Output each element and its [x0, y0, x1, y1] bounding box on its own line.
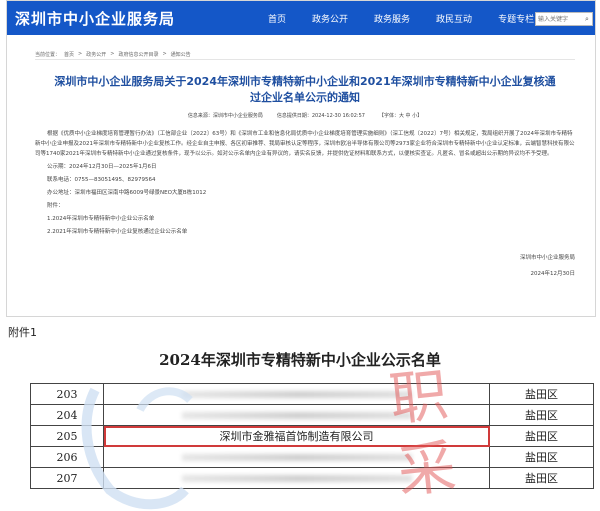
search-input[interactable] — [536, 14, 582, 24]
row-number: 205 — [30, 425, 104, 447]
table-row: 203 盐田区 — [30, 383, 594, 405]
table-row: 207 盐田区 — [30, 467, 594, 489]
sign-date: 2024年12月30日 — [530, 271, 576, 277]
blurred-company-name — [181, 390, 412, 398]
table-row: 204 盐田区 — [30, 404, 594, 426]
notice-phone: 联系电话：0755—83051495、82979564 — [47, 177, 156, 183]
company-name — [103, 383, 490, 405]
notice-paragraph: 根据《优质中小企业梯度培育管理暂行办法》（工信部企业〔2022〕63号）和《深圳… — [35, 131, 575, 157]
district: 盐田区 — [489, 404, 594, 426]
attachment-link-2[interactable]: 2.2021年深圳市专精特新中小企业复核通过企业公示名单 — [35, 227, 575, 237]
table-row: 205 深圳市金雅福首饰制造有限公司 盐田区 — [30, 425, 594, 447]
font-size-control[interactable]: 【字体：大 中 小】 — [379, 112, 422, 119]
blurred-company-name — [181, 474, 412, 482]
notice-screenshot: 深圳市中小企业服务局 首页 政务公开 政务服务 政民互动 专题专栏 ⌕ 当前位置… — [6, 0, 596, 317]
search-box: ⌕ — [535, 12, 593, 26]
nav-gov-open[interactable]: 政务公开 — [299, 12, 361, 25]
sign-org: 深圳市中小企业服务局 — [519, 255, 575, 261]
breadcrumb-notices[interactable]: 通知公告 — [171, 51, 191, 58]
notice-address: 办公地址：深圳市福田区深南中路6009号绿景NEO大厦B栋1012 — [47, 190, 207, 196]
source-label: 信息来源：深圳市中小企业服务局 — [187, 113, 263, 119]
attachment-label: 附件1 — [8, 326, 37, 339]
district: 盐田区 — [489, 446, 594, 468]
company-name — [103, 404, 490, 426]
row-number: 206 — [30, 446, 104, 468]
nav-gov-service[interactable]: 政务服务 — [361, 12, 423, 25]
nav-home[interactable]: 首页 — [255, 12, 299, 25]
breadcrumb-catalog[interactable]: 政府信息公开目录 — [118, 51, 158, 58]
company-name-highlighted: 深圳市金雅福首饰制造有限公司 — [103, 425, 490, 447]
date-label: 信息提供日期：2024-12-30 16:02:57 — [276, 113, 365, 119]
breadcrumb-home[interactable]: 首页 — [64, 51, 74, 58]
site-header: 深圳市中小企业服务局 首页 政务公开 政务服务 政民互动 专题专栏 ⌕ — [7, 1, 595, 35]
main-nav: 首页 政务公开 政务服务 政民互动 专题专栏 — [255, 1, 547, 35]
notice-content: 当前位置： 首页 > 政务公开 > 政府信息公开目录 > 通知公告 深圳市中小企业服务… — [35, 49, 575, 309]
notice-signature: 深圳市中小企业服务局 2024年12月30日 — [35, 253, 575, 279]
blurred-company-name — [181, 411, 412, 419]
site-title: 深圳市中小企业服务局 — [15, 10, 176, 28]
table-title: 2024年深圳市专精特新中小企业公示名单 — [159, 351, 441, 369]
notice-title: 深圳市中小企业服务局关于2024年深圳市专精特新中小企业和2021年深圳市专精特… — [54, 75, 556, 104]
table-row: 206 盐田区 — [30, 446, 594, 468]
notice-body: 根据《优质中小企业梯度培育管理暂行办法》（工信部企业〔2022〕63号）和《深圳… — [35, 129, 575, 237]
district: 盐田区 — [489, 425, 594, 447]
row-number: 204 — [30, 404, 104, 426]
row-number: 203 — [30, 383, 104, 405]
blurred-company-name — [181, 453, 412, 461]
district: 盐田区 — [489, 383, 594, 405]
district: 盐田区 — [489, 467, 594, 489]
breadcrumb-gov-open[interactable]: 政务公开 — [86, 51, 106, 58]
breadcrumb: 当前位置： 首页 > 政务公开 > 政府信息公开目录 > 通知公告 — [35, 49, 575, 60]
breadcrumb-prefix: 当前位置： — [35, 51, 61, 58]
company-name — [103, 446, 490, 468]
notice-period: 公示期：2024年12月30日—2025年1月6日 — [47, 164, 157, 170]
notice-attach-label: 附件： — [47, 203, 64, 209]
notice-meta: 信息来源：深圳市中小企业服务局 信息提供日期：2024-12-30 16:02:… — [35, 112, 575, 119]
row-number: 207 — [30, 467, 104, 489]
nav-interaction[interactable]: 政民互动 — [423, 12, 485, 25]
company-table: 203 盐田区 204 盐田区 205 深圳市金雅福首饰制造有限公司 盐田区 206 盐田区 20… — [30, 383, 594, 489]
search-icon[interactable]: ⌕ — [582, 14, 592, 24]
company-name — [103, 467, 490, 489]
attachment-link-1[interactable]: 1.2024年深圳市专精特新中小企业公示名单 — [35, 214, 575, 224]
